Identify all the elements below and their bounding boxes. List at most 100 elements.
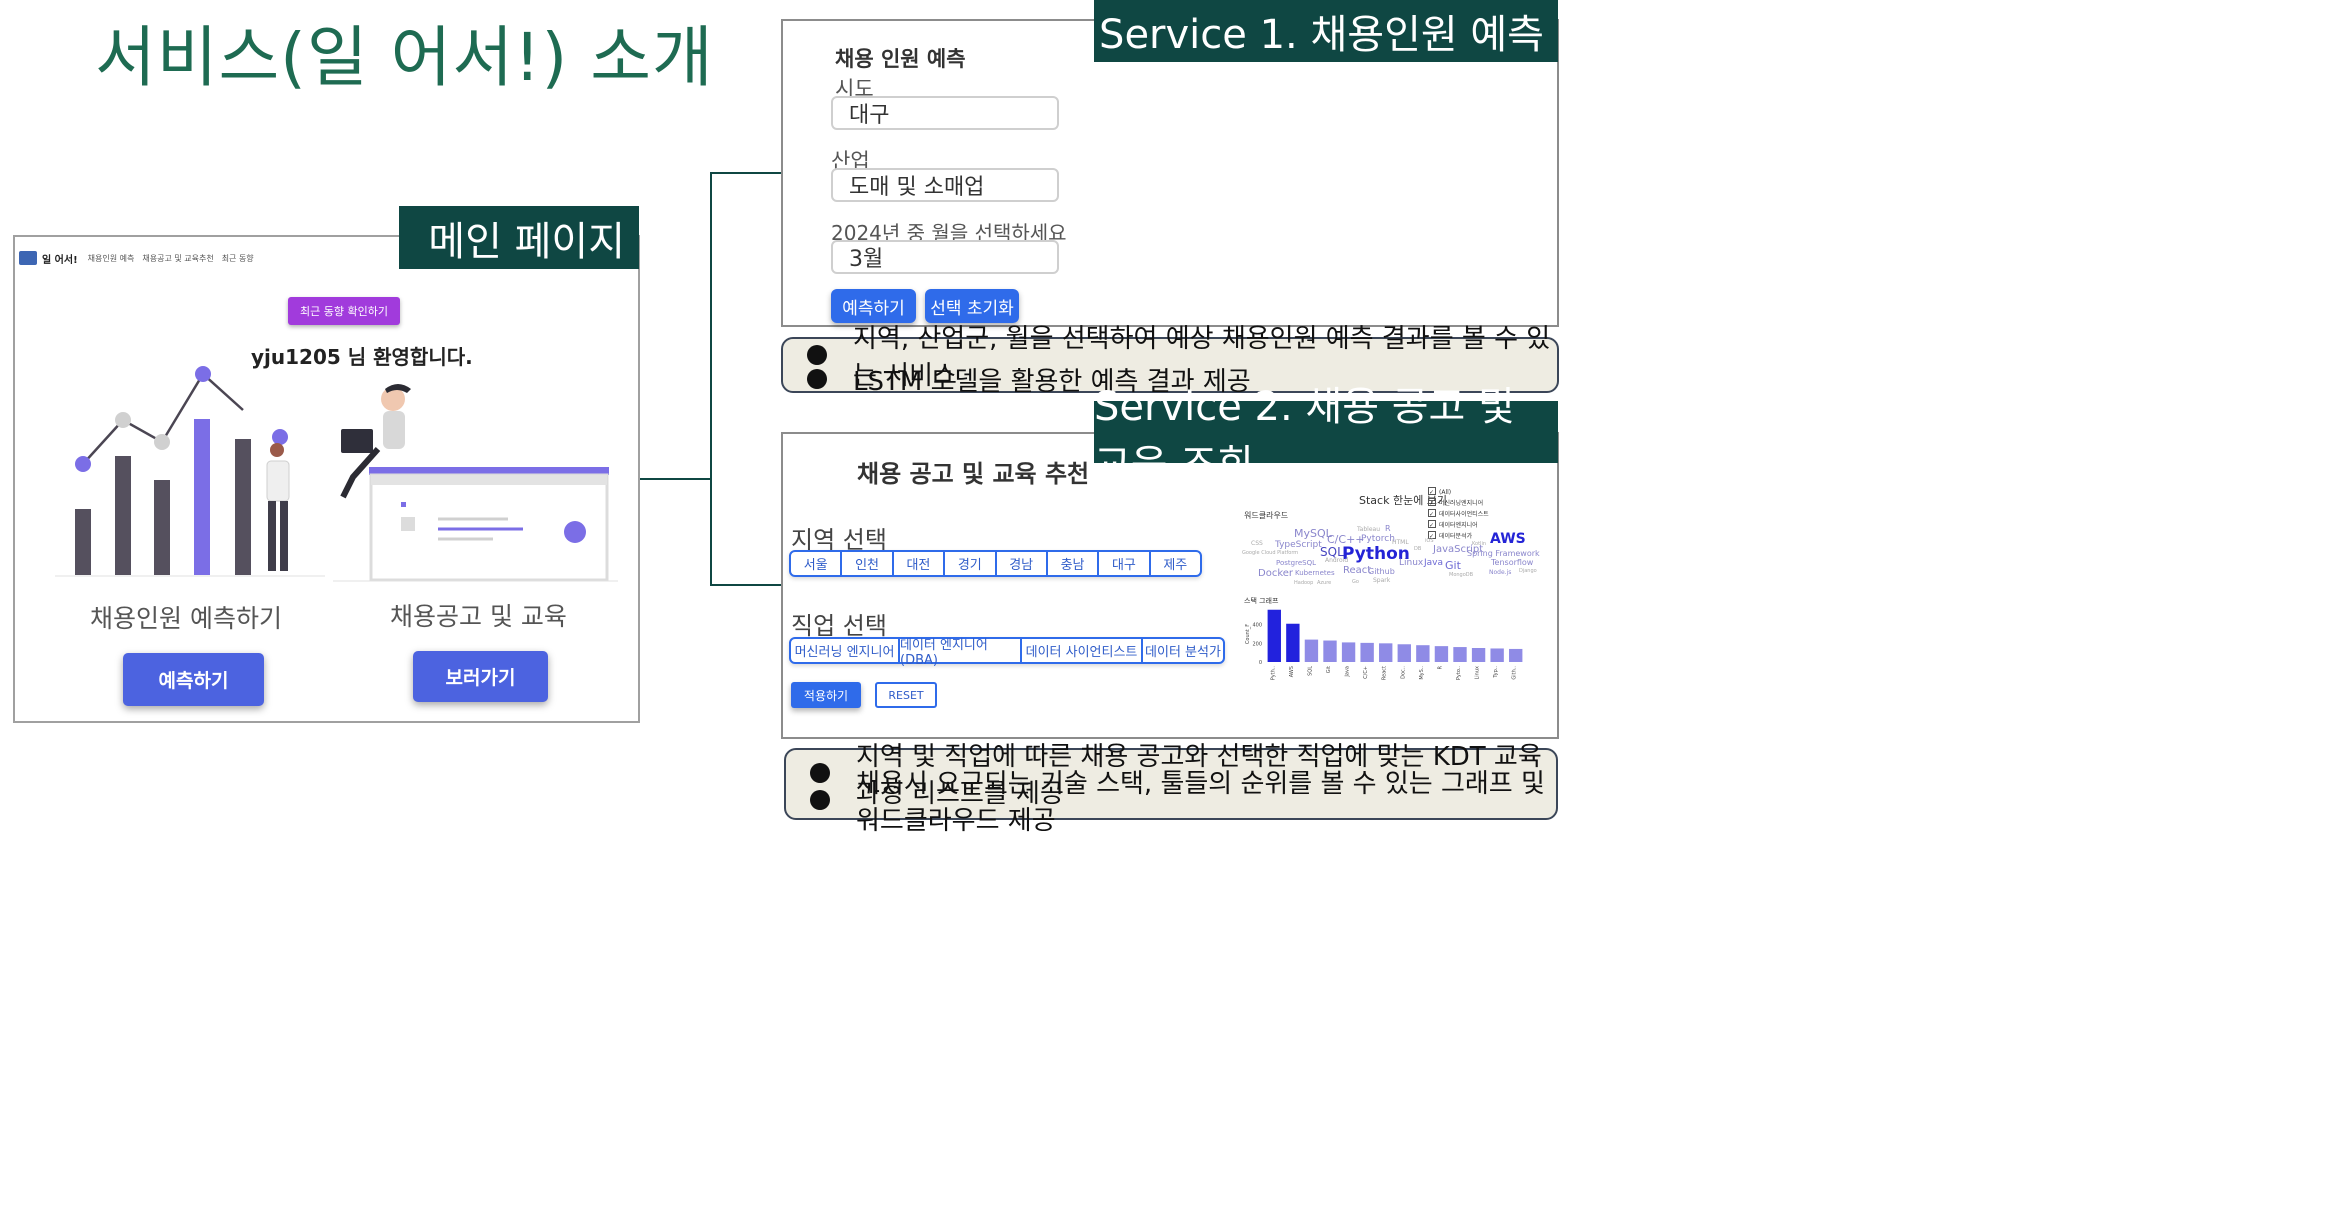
checkbox-label: (All)	[1439, 489, 1452, 496]
region-chip[interactable]: 경기	[945, 552, 997, 575]
region-chip[interactable]: 서울	[791, 552, 843, 575]
bar	[1397, 644, 1411, 662]
wordcloud-word: Azure	[1317, 580, 1332, 586]
region-chip[interactable]: 경남	[997, 552, 1048, 575]
wordcloud-word: TypeScript	[1275, 540, 1322, 550]
x-tick-label: Typ..	[1493, 666, 1499, 679]
service2-description: 지역 및 직업에 따른 채용 공고와 선택한 직업에 맞는 KDT 교육 과정 …	[784, 742, 1558, 836]
nav-item-trend[interactable]: 최근 동향	[222, 253, 254, 264]
nav-item-jobs[interactable]: 채용공고 및 교육추천	[142, 253, 213, 264]
y-axis-label: Count_F	[1245, 624, 1251, 644]
service2-job-chips: 머신러닝 엔지니어 데이터 엔지니어(DBA) 데이터 사이언티스트 데이터 분…	[789, 637, 1225, 668]
service2-reset-button[interactable]: RESET	[875, 682, 937, 708]
nav-logo[interactable]: 일 어서!	[42, 251, 78, 266]
bar	[1509, 648, 1523, 662]
card-jobs-button[interactable]: 보러가기	[413, 651, 548, 702]
region-chip[interactable]: 대전	[894, 552, 946, 575]
job-chip[interactable]: 데이터 사이언티스트	[1022, 639, 1143, 662]
checkbox-label: 머신러닝엔지니어	[1439, 500, 1484, 507]
connector-service1	[710, 172, 782, 174]
x-tick-label: Pyth..	[1270, 666, 1276, 681]
service2-apply-button[interactable]: 적용하기	[791, 682, 861, 708]
wordcloud-word: PostgreSQL	[1276, 559, 1316, 567]
x-tick-label: Java	[1345, 666, 1351, 678]
wordcloud: MySQL C/C++ TypeScript SQL Python AWS Py…	[1239, 524, 1540, 594]
region-chip[interactable]: 제주	[1151, 552, 1200, 575]
x-tick-label: Doc..	[1400, 666, 1406, 679]
job-chip[interactable]: 데이터 엔지니어(DBA)	[900, 638, 1022, 668]
card-predict-button[interactable]: 예측하기	[123, 653, 264, 706]
stack-bar-chart: Count_F 0 200 400 Pyth.. AWS SQL Git Java C/C+ Rea…	[1245, 609, 1523, 681]
bar	[1490, 648, 1504, 662]
y-tick-label: 400	[1252, 623, 1262, 629]
y-tick-label: 0	[1259, 660, 1262, 666]
service2-page-title: 채용 공고 및 교육 추천	[857, 460, 1090, 488]
checkbox-icon: ✓	[1428, 509, 1436, 518]
x-tick-label: MyS..	[1419, 666, 1425, 680]
bar	[1416, 645, 1430, 662]
wordcloud-word: Go	[1352, 579, 1359, 585]
wordcloud-word: Tableau	[1357, 526, 1380, 533]
wordcloud-word: Github	[1368, 567, 1395, 576]
wordcloud-word: HTML	[1392, 539, 1409, 546]
nav-item-predict[interactable]: 채용인원 예측	[88, 253, 135, 264]
x-tick-label: Linux	[1475, 666, 1481, 680]
service1-month-select[interactable]: 3월	[831, 240, 1059, 274]
wordcloud-word: MongoDB	[1449, 572, 1474, 578]
x-tick-label: C/C+	[1363, 666, 1369, 679]
checkbox-label: 데이터사이언티스트	[1439, 511, 1489, 518]
connector-service2	[710, 584, 782, 586]
connector-trunk	[710, 172, 712, 585]
service1-screenshot: 채용 인원 예측 시도 대구 산업 도매 및 소매업 2024년 중 월을 선택…	[781, 19, 1559, 327]
service2-bullet-text: 채용시 요구되는 기술 스택, 툴들의 순위를 볼 수 있는 그래프 및 워드클…	[856, 768, 1545, 836]
wordcloud-word: Docker	[1258, 568, 1294, 579]
wordcloud-word: CSS	[1251, 540, 1263, 547]
wordcloud-word: iOS	[1425, 538, 1434, 544]
wordcloud-word: R	[1385, 524, 1391, 533]
bar	[1379, 643, 1393, 662]
bar	[1323, 640, 1337, 662]
x-tick-label: R	[1437, 665, 1443, 669]
bullet-dot	[810, 789, 830, 810]
service1-industry-select[interactable]: 도매 및 소매업	[831, 168, 1059, 202]
wordcloud-word: Hadoop	[1294, 580, 1314, 586]
wordcloud-word: Kotlin	[1472, 541, 1486, 547]
bar	[1341, 642, 1356, 662]
job-chip[interactable]: 머신러닝 엔지니어	[791, 639, 900, 662]
trend-button[interactable]: 최근 동향 확인하기	[288, 297, 400, 325]
wordcloud-word: Node.js	[1489, 569, 1512, 576]
service1-region-select[interactable]: 대구	[831, 96, 1059, 130]
bar	[1453, 647, 1467, 662]
wordcloud-word: Git	[1445, 559, 1461, 572]
stack-checkbox[interactable]: ✓ 머신러닝엔지니어	[1428, 498, 1489, 509]
x-tick-label: Gith..	[1512, 666, 1518, 680]
bar	[1471, 648, 1486, 662]
wordcloud-word: Google Cloud Platform	[1242, 550, 1299, 556]
bar	[1286, 623, 1300, 662]
bar	[1304, 639, 1319, 662]
x-tick-label: Git	[1326, 666, 1332, 673]
region-chip[interactable]: 인천	[842, 552, 894, 575]
logo-icon	[19, 251, 37, 265]
bar	[1360, 642, 1374, 662]
wordcloud-word: Tensorflow	[1491, 558, 1534, 567]
x-tick-label: React	[1382, 666, 1388, 680]
wordcloud-word: Java	[1424, 558, 1444, 568]
wordcloud-word: Linux	[1399, 558, 1424, 568]
service2-region-chips: 서울 인천 대전 경기 경남 충남 대구 제주	[789, 550, 1202, 577]
bar	[1434, 646, 1449, 662]
x-tick-label: AWS	[1289, 666, 1295, 677]
y-tick-label: 200	[1252, 641, 1262, 647]
bullet-dot	[807, 345, 827, 365]
region-chip[interactable]: 대구	[1099, 552, 1151, 575]
x-tick-label: SQL	[1307, 666, 1313, 676]
card-predict-title: 채용인원 예측하기	[90, 604, 282, 633]
stack-checkbox[interactable]: ✓ 데이터사이언티스트	[1428, 509, 1489, 520]
job-chip[interactable]: 데이터 분석가	[1143, 639, 1223, 662]
slide-title: 서비스(일 어서!) 소개	[95, 19, 714, 96]
growth-chart-illustration	[55, 366, 325, 577]
service2-banner: Service 2. 채용 공고 및 교육 조회	[1094, 384, 1558, 488]
wordcloud-word: React	[1343, 565, 1372, 576]
region-chip[interactable]: 충남	[1048, 552, 1100, 575]
service1-banner: Service 1. 채용인원 예측	[1094, 0, 1558, 62]
